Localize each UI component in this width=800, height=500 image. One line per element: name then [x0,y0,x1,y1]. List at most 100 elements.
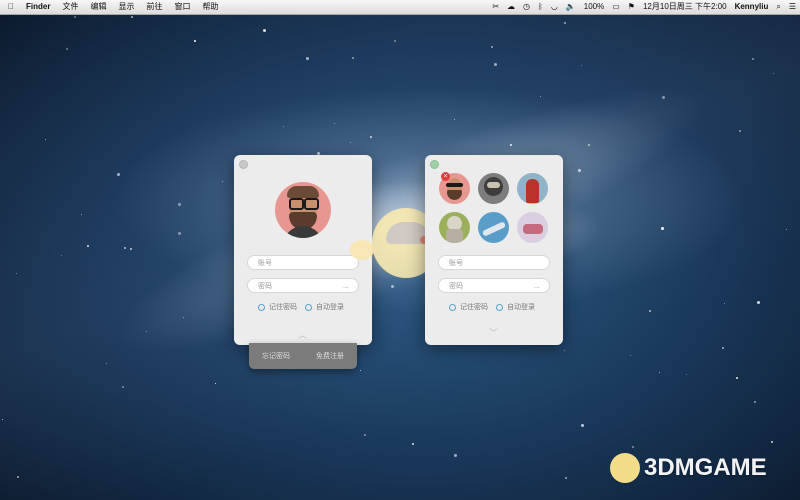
account-input[interactable]: 账号 [247,255,359,270]
apple-menu-icon[interactable]:  [0,0,20,14]
bluetooth-icon[interactable]: ᛒ [534,0,547,14]
account-input[interactable]: 账号 [438,255,550,270]
close-button[interactable] [430,160,439,169]
scissors-icon[interactable]: ✂ [488,0,503,14]
radio-icon[interactable] [496,303,503,311]
star [183,317,184,318]
star [494,63,497,66]
star [773,73,774,74]
account-avatar-3[interactable] [517,173,548,204]
menu-edit[interactable]: 编辑 [84,0,112,14]
star [659,372,660,373]
star [588,144,590,146]
user-menu[interactable]: Kennyliu [731,0,773,14]
radio-icon[interactable] [258,303,265,311]
star [739,130,741,132]
flag-icon[interactable]: ⚑ [624,0,639,14]
star [194,40,196,42]
star [178,203,181,206]
menu-window[interactable]: 窗口 [168,0,196,14]
radio-icon[interactable] [305,303,312,311]
account-avatar-4[interactable] [439,212,470,243]
cloud-icon[interactable]: ☁ [503,0,519,14]
star [117,173,120,176]
star [565,477,567,479]
star [66,48,68,50]
menu-finder[interactable]: Finder [20,0,56,14]
clock[interactable]: 12月10日周三 下午2:00 [639,0,731,14]
chevron-up-icon[interactable]: ︿ [298,328,307,341]
chevron-down-icon[interactable]: ﹀ [489,326,498,339]
star [661,227,664,230]
star [106,363,107,364]
remember-password-option[interactable]: 记住密码 [258,302,297,312]
watermark-text: 3DMGAME [644,454,767,481]
menu-file[interactable]: 文件 [56,0,84,14]
notification-center-icon[interactable]: ☰ [785,0,800,14]
spotlight-search-icon[interactable]: ⌕ [772,0,784,14]
star [736,377,738,379]
watermark: 3DMGAME [610,453,767,483]
star [630,355,631,356]
star [662,96,665,99]
password-input[interactable]: 密码 → [438,278,550,293]
bottom-tray: 忘记密码 免费注册 [249,343,357,369]
wifi-icon[interactable]: ◡ [547,0,562,14]
star [454,119,455,120]
battery-icon[interactable]: ▭ [608,0,624,14]
star [364,434,366,436]
star [540,96,541,97]
star [130,248,132,250]
star [16,273,17,274]
star [491,46,493,48]
star [131,16,133,18]
star [17,476,19,478]
remember-password-option[interactable]: 记住密码 [449,302,488,312]
menu-help[interactable]: 帮助 [196,0,224,14]
star [754,401,756,403]
status-menus: ✂ ☁ ◷ ᛒ ◡ 🔈 100% ▭ ⚑ 12月10日周三 下午2:00 Ken… [488,0,800,14]
user-avatar[interactable] [275,182,331,238]
star [215,383,216,384]
star [564,350,565,351]
account-avatar-6[interactable] [517,212,548,243]
arrow-right-icon[interactable]: → [341,279,350,294]
star [757,301,760,304]
star [87,245,89,247]
star [122,386,124,388]
account-avatar-5[interactable] [478,212,509,243]
star [306,57,309,60]
auto-login-option[interactable]: 自动登录 [496,302,535,312]
menu-go[interactable]: 前往 [140,0,168,14]
account-avatar-2[interactable] [478,173,509,204]
star [632,446,634,448]
register-link[interactable]: 免费注册 [316,351,344,361]
star [350,142,351,143]
close-button[interactable] [239,160,248,169]
star [394,40,396,42]
star [581,65,582,66]
star [722,347,724,349]
star [2,419,3,420]
forgot-password-link[interactable]: 忘记密码 [262,351,290,361]
radio-icon[interactable] [449,303,456,311]
menu-bar:  Finder 文件 编辑 显示 前往 窗口 帮助 ✂ ☁ ◷ ᛒ ◡ 🔈 1… [0,0,800,15]
star [283,126,284,127]
remove-account-icon[interactable]: × [441,172,450,181]
remember-password-label: 记住密码 [460,304,488,311]
star [578,169,581,172]
arrow-right-icon[interactable]: → [532,279,541,294]
star [786,229,787,230]
volume-icon[interactable]: 🔈 [562,0,580,14]
battery-percent[interactable]: 100% [580,0,608,14]
password-input[interactable]: 密码 → [247,278,359,293]
star [564,22,566,24]
star [178,232,181,235]
time-machine-icon[interactable]: ◷ [519,0,534,14]
auto-login-option[interactable]: 自动登录 [305,302,344,312]
password-placeholder: 密码 [258,283,272,290]
menu-view[interactable]: 显示 [112,0,140,14]
star [771,441,773,443]
star [124,247,126,249]
star [45,139,46,140]
